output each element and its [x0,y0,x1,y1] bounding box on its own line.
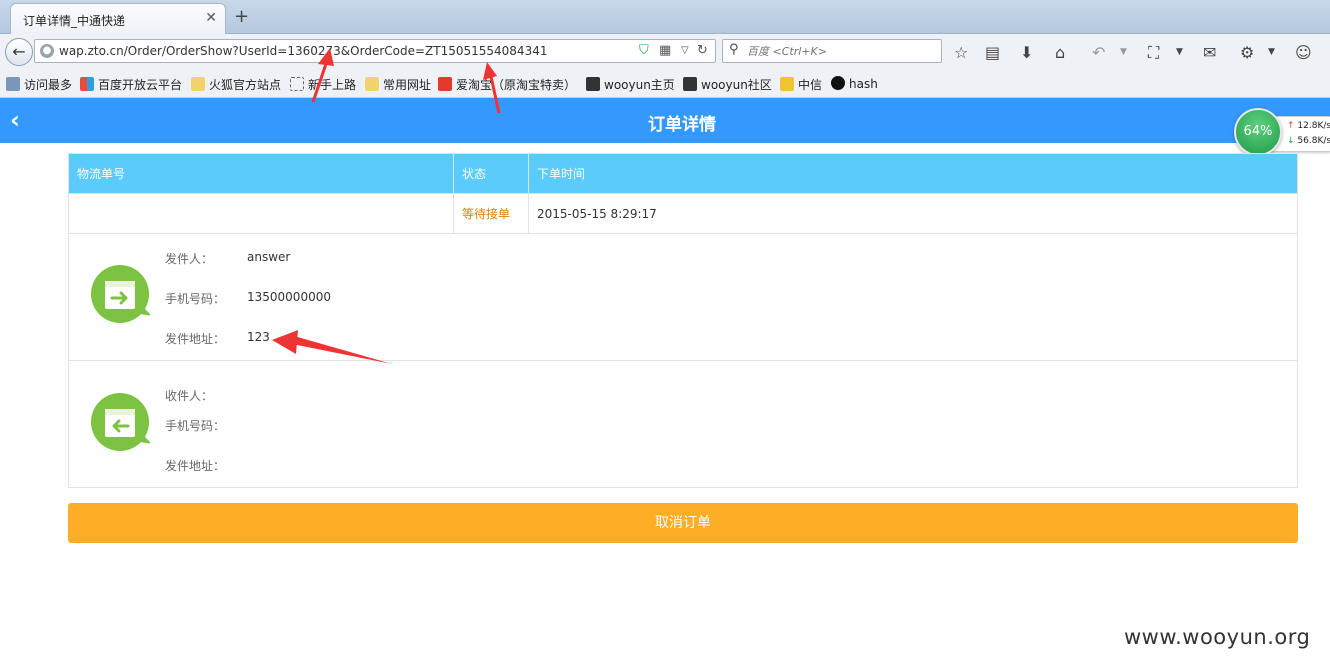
new-tab-icon[interactable]: + [234,6,249,27]
cell-tracking-no [68,193,454,234]
app-header: ‹ 订单详情 [0,98,1330,143]
frequent-icon [6,77,20,91]
bookmark-frequent[interactable]: 访问最多 [6,76,72,93]
sender-name-label: 发件人： [165,252,214,266]
receiver-name-label: 收件人： [165,389,214,403]
extension-dropdown-icon[interactable]: ▼ [1268,47,1275,57]
sender-name-value: answer [247,250,291,264]
bookmark-getting-started[interactable]: 新手上路 [290,76,356,93]
windows-tiles-icon [80,77,94,91]
citic-icon [780,77,794,91]
bookmark-list-icon[interactable]: ▤ [985,43,1000,62]
bookmark-common-sites[interactable]: 常用网址 [365,76,431,93]
folder-icon [191,77,205,91]
watermark: www.wooyun.org [1124,625,1311,649]
down-arrow-icon: ↓ [1287,136,1295,146]
network-speed-widget[interactable]: ↑ 12.8K/s ↓ 56.8K/s 64% [1234,108,1330,156]
screenshot-dropdown-icon[interactable]: ▼ [1176,47,1183,57]
bookmark-taobao[interactable]: 爱淘宝（原淘宝特卖） [438,76,576,93]
receiver-phone-label: 手机号码： [165,419,226,433]
sender-address-label: 发件地址： [165,332,226,346]
search-box[interactable]: ⚲ [722,39,942,63]
close-tab-icon[interactable]: ✕ [205,10,217,26]
bookmark-hash[interactable]: hash [831,76,878,91]
extension-icon[interactable]: ⚙ [1240,43,1254,62]
star-bookmark-icon[interactable]: ☆ [954,43,968,62]
sender-phone-value: 13500000000 [247,290,331,304]
search-icon: ⚲ [729,42,739,57]
folder-icon [365,77,379,91]
outbox-icon [91,265,150,323]
table-row: 等待接单 2015-05-15 8:29:17 [68,193,1298,234]
wooyun-icon [586,77,600,91]
browser-tab[interactable]: 订单详情_中通快递 ✕ [10,3,226,34]
browser-tab-bar: 订单详情_中通快递 ✕ + [0,0,1330,34]
sender-section: 发件人： answer 手机号码： 13500000000 发件地址： 123 [68,234,1298,361]
cell-order-time: 2015-05-15 8:29:17 [528,193,1298,234]
undo-icon[interactable]: ↶ [1092,43,1105,62]
back-arrow-icon[interactable]: ← [5,38,33,66]
bookmarks-bar: 访问最多 百度开放云平台 火狐官方站点 新手上路 常用网址 爱淘宝（原淘宝特卖）… [0,70,1330,98]
cancel-order-button[interactable]: 取消订单 [68,503,1298,543]
globe-icon: ● [40,44,54,58]
bookmark-wooyun-community[interactable]: wooyun社区 [683,76,772,93]
page-title: 订单详情 [648,115,716,135]
sender-address-value: 123 [247,330,270,344]
taobao-icon [438,77,452,91]
wooyun-icon [683,77,697,91]
browser-nav-bar: ← ● wap.zto.cn/Order/OrderShow?UserId=13… [0,34,1330,70]
header-tracking-no: 物流单号 [68,153,454,194]
address-bar[interactable]: ● wap.zto.cn/Order/OrderShow?UserId=1360… [34,39,716,63]
home-icon[interactable]: ⌂ [1055,43,1065,62]
bookmark-firefox[interactable]: 火狐官方站点 [191,76,281,93]
dropdown-icon[interactable]: ▽ [681,45,689,56]
dashed-page-icon [290,77,304,91]
qr-code-icon[interactable]: ▦ [659,43,671,58]
smiley-icon[interactable]: ☺ [1295,43,1312,62]
crop-screenshot-icon[interactable]: ⛶ [1148,43,1159,63]
undo-dropdown-icon[interactable]: ▼ [1120,47,1127,57]
receiver-section: 收件人： 手机号码： 发件地址： [68,361,1298,488]
memory-percent-ball[interactable]: 64% [1234,108,1282,156]
reload-icon[interactable]: ↻ [697,43,708,58]
bookmark-citic[interactable]: 中信 [780,76,822,93]
download-speed: ↓ 56.8K/s [1287,136,1330,146]
hash-icon [831,76,845,90]
header-order-time: 下单时间 [528,153,1298,194]
shield-icon[interactable]: ⛉ [639,43,649,58]
chat-icon[interactable]: ✉ [1203,43,1216,62]
sender-phone-label: 手机号码： [165,292,226,306]
header-status: 状态 [453,153,529,194]
download-icon[interactable]: ⬇ [1020,43,1033,62]
inbox-icon [91,393,150,451]
url-text[interactable]: wap.zto.cn/Order/OrderShow?UserId=136027… [59,44,547,58]
up-arrow-icon: ↑ [1287,121,1295,131]
tab-title: 订单详情_中通快递 [23,14,126,28]
search-input[interactable] [747,43,937,59]
cell-status: 等待接单 [453,193,529,234]
bookmark-baidu-cloud[interactable]: 百度开放云平台 [80,76,182,93]
upload-speed: ↑ 12.8K/s [1287,121,1330,131]
table-header-row: 物流单号 状态 下单时间 [68,153,1298,194]
order-table: 物流单号 状态 下单时间 等待接单 2015-05-15 8:29:17 [68,153,1298,234]
bookmark-wooyun-home[interactable]: wooyun主页 [586,76,675,93]
receiver-address-label: 发件地址： [165,459,226,473]
